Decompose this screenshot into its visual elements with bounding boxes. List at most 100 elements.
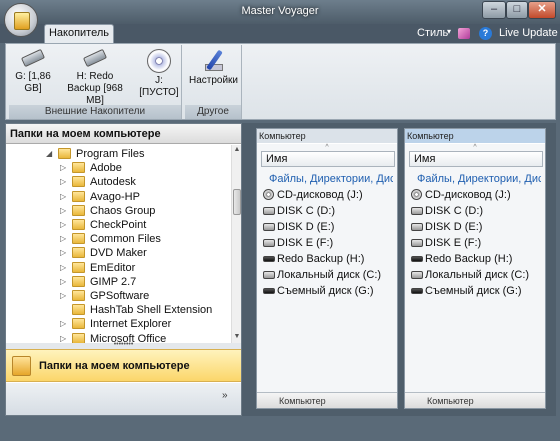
folder-icon xyxy=(72,219,85,230)
expander-icon[interactable]: ▷ xyxy=(60,175,68,189)
chevron-down-icon[interactable]: ▾ xyxy=(447,27,451,36)
expander-icon[interactable]: ▷ xyxy=(60,317,68,331)
folder-icon xyxy=(72,233,85,245)
close-button[interactable]: ✕ xyxy=(528,1,556,19)
ribbon-tab-row: Накопитель Стиль ▾ ? Live Update xyxy=(0,24,560,43)
folders-nav-label: Папки на моем компьютере xyxy=(39,360,190,372)
tree-item[interactable]: ▷ Common Files xyxy=(60,232,231,246)
expander-icon[interactable]: ▷ xyxy=(60,204,68,218)
expander-icon[interactable]: ◢ xyxy=(46,147,54,161)
tree-item-label: Program Files xyxy=(76,148,145,160)
folder-icon xyxy=(58,148,71,159)
more-chevron-icon[interactable]: » xyxy=(222,390,228,401)
drive-h-button[interactable]: H: Redo Backup [968 MB] xyxy=(59,48,131,107)
folder-icon xyxy=(72,176,85,188)
scroll-thumb[interactable] xyxy=(233,189,241,215)
file-panel-right[interactable]: Компьютер ^ Имя Файлы, Директории, Диски CD-… xyxy=(404,128,546,409)
help-icon[interactable]: ? xyxy=(479,27,492,40)
drive-label: Локальный диск (C:) xyxy=(277,269,382,281)
drive-label: DISK D (E:) xyxy=(277,221,335,233)
tree-item-label: Common Files xyxy=(90,233,161,246)
paint-brush-icon[interactable] xyxy=(458,28,470,39)
tree-item-label: Chaos Group xyxy=(90,204,156,217)
tree-item[interactable]: ▷ Microsoft Office xyxy=(60,332,231,343)
drive-label: DISK C (D:) xyxy=(425,205,484,217)
tree-item[interactable]: HashTab Shell Extension xyxy=(60,303,231,317)
settings-pen-icon xyxy=(203,49,225,71)
tree-item-label: EmEditor xyxy=(90,261,136,274)
folder-icon xyxy=(72,332,85,343)
tree-item-label: Adobe xyxy=(90,162,122,175)
tree-item-label: Internet Explorer xyxy=(90,318,172,331)
status-bar xyxy=(0,416,560,441)
drive-label: DISK E (F:) xyxy=(277,237,334,249)
expander-icon[interactable]: ▷ xyxy=(60,332,68,343)
panel-title: Компьютер xyxy=(405,129,545,143)
expander-icon[interactable]: ▷ xyxy=(60,190,68,204)
tree-item-label: HashTab Shell Extension xyxy=(90,304,213,317)
sort-arrow-icon: ^ xyxy=(473,144,477,151)
drive-h-label: H: Redo Backup [968 MB] xyxy=(67,71,123,106)
expander-icon[interactable]: ▷ xyxy=(60,246,68,260)
expander-icon[interactable]: ▷ xyxy=(60,261,68,275)
expander-icon[interactable]: ▷ xyxy=(60,232,68,246)
title-bar: Master Voyager – □ ✕ xyxy=(0,0,560,24)
live-update-link[interactable]: Live Update xyxy=(499,27,558,39)
tree-item[interactable]: ▷ DVD Maker xyxy=(60,246,231,260)
group-label-other: Другое xyxy=(185,105,241,119)
minimize-button[interactable]: – xyxy=(482,1,506,19)
drive-g-button[interactable]: G: [1,86 GB] xyxy=(13,48,53,95)
tree-item[interactable]: ▷ EmEditor xyxy=(60,261,231,275)
settings-label: Настройки xyxy=(188,75,239,86)
tree-item[interactable]: ▷ GPSoftware xyxy=(60,289,231,303)
tree-scrollbar[interactable]: ▲ ▼ xyxy=(231,145,241,343)
tab-storage[interactable]: Накопитель xyxy=(44,24,114,43)
tree-item-label: CheckPoint xyxy=(90,219,147,231)
scroll-up-icon[interactable]: ▲ xyxy=(232,146,242,153)
group-label-external: Внешние Накопители xyxy=(9,105,181,119)
expander-icon[interactable]: ▷ xyxy=(60,218,68,232)
panel-footer: Компьютер xyxy=(257,392,397,408)
drive-g-label: G: [1,86 GB] xyxy=(15,71,51,94)
file-panel-left[interactable]: Компьютер ^ Имя Файлы, Директории, Диски CD-… xyxy=(256,128,398,409)
style-menu[interactable]: Стиль xyxy=(417,27,448,39)
expander-icon[interactable]: ▷ xyxy=(60,289,68,303)
drive-label: CD-дисковод (J:) xyxy=(277,189,363,201)
app-menu-button[interactable] xyxy=(4,3,38,37)
hard-drive-icon xyxy=(263,207,275,215)
tree-item[interactable]: ▷ Internet Explorer xyxy=(60,317,231,331)
settings-button[interactable]: Настройки xyxy=(187,49,240,87)
tree-item[interactable]: ◢ Program Files xyxy=(46,147,231,161)
column-header-name[interactable]: Имя xyxy=(261,151,395,167)
hard-drive-icon xyxy=(411,223,423,231)
expander-icon[interactable]: ▷ xyxy=(60,161,68,175)
usb-drive-icon xyxy=(411,288,423,294)
tree-item[interactable]: ▷ GIMP 2.7 xyxy=(60,275,231,289)
tree-item[interactable]: ▷ CheckPoint xyxy=(60,218,231,232)
drive-j-button[interactable]: J: [ПУСТО] xyxy=(137,49,181,99)
scroll-down-icon[interactable]: ▼ xyxy=(232,333,242,340)
usb-drive-icon xyxy=(263,288,275,294)
expander-icon[interactable]: ▷ xyxy=(60,275,68,289)
tree-item[interactable]: ▷ Autodesk xyxy=(60,175,231,189)
folder-icon xyxy=(72,304,85,316)
drive-label: DISK C (D:) xyxy=(277,205,336,217)
column-header-name[interactable]: Имя xyxy=(409,151,543,167)
folder-icon xyxy=(72,204,85,216)
tree-item[interactable]: ▷ Adobe xyxy=(60,161,231,175)
drive-label: Redo Backup (H:) xyxy=(425,253,513,265)
tree-item[interactable]: ▷ Avago-HP xyxy=(60,190,231,204)
maximize-button[interactable]: □ xyxy=(506,1,528,19)
sort-arrow-icon: ^ xyxy=(325,144,329,151)
folders-pane-header: Папки на моем компьютере xyxy=(6,124,241,144)
folders-nav-button[interactable]: Папки на моем компьютере xyxy=(6,349,241,382)
hard-drive-icon xyxy=(263,223,275,231)
drive-label: Съемный диск (G:) xyxy=(277,285,374,297)
folder-tree[interactable]: ◢ Program Files ▷ Adobe ▷ Autodesk ▷ Avago-HP ▷ C… xyxy=(6,145,231,343)
folder-icon xyxy=(72,318,85,330)
usb-drive-icon xyxy=(411,256,423,262)
tree-item[interactable]: ▷ Chaos Group xyxy=(60,204,231,218)
drive-label: CD-дисковод (J:) xyxy=(425,189,511,201)
group-header[interactable]: Файлы, Директории, Диски xyxy=(417,172,541,186)
group-header[interactable]: Файлы, Директории, Диски xyxy=(269,172,393,186)
